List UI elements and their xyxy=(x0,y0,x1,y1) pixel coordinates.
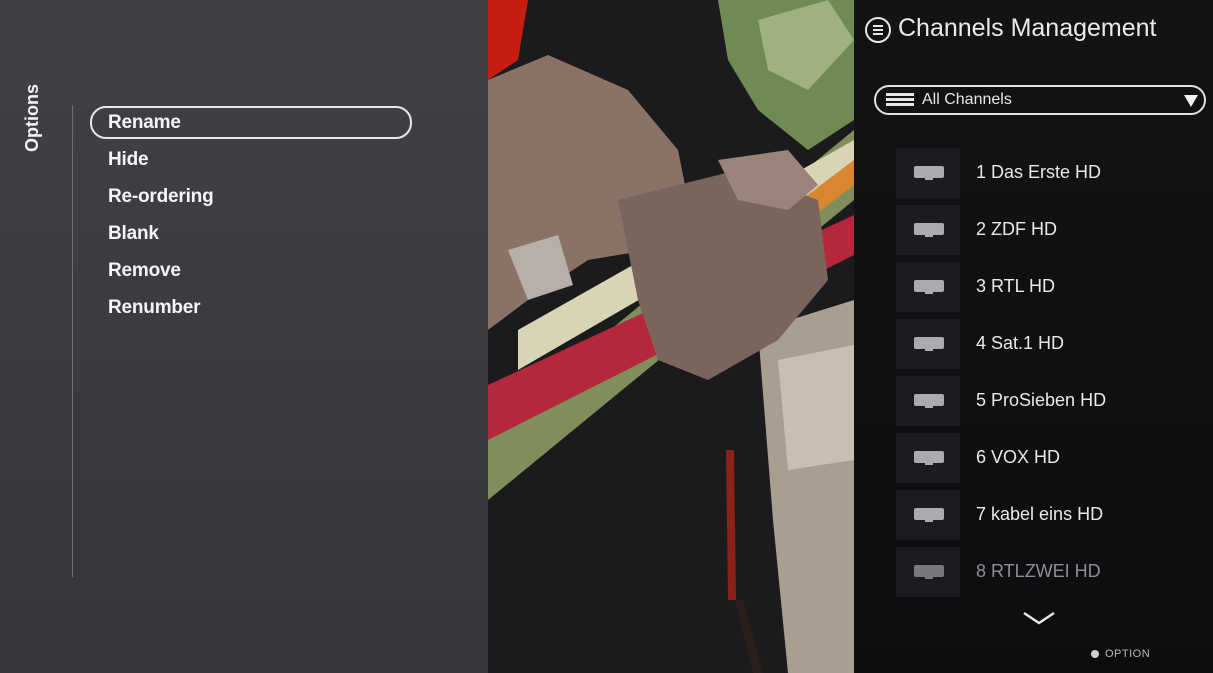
list-icon xyxy=(886,93,914,107)
dropdown-arrow-icon xyxy=(1184,95,1198,107)
tv-icon xyxy=(914,508,944,524)
chevron-down-icon[interactable] xyxy=(1022,610,1056,626)
options-list: Rename Hide Re-ordering Blank Remove Ren… xyxy=(90,106,412,328)
channel-logo xyxy=(896,319,960,369)
live-video-preview xyxy=(488,0,854,673)
channel-list-selector[interactable]: All Channels xyxy=(874,85,1206,115)
channel-row[interactable]: 6 VOX HD xyxy=(896,430,1196,487)
channel-row[interactable]: 2 ZDF HD xyxy=(896,202,1196,259)
option-key-icon xyxy=(1091,650,1099,658)
channel-list: 1 Das Erste HD 2 ZDF HD 3 RTL HD 4 Sat.1… xyxy=(896,145,1196,601)
page-title: Channels Management xyxy=(898,14,1157,42)
tv-icon xyxy=(914,394,944,410)
tv-icon xyxy=(914,565,944,581)
channel-row[interactable]: 3 RTL HD xyxy=(896,259,1196,316)
tv-icon xyxy=(914,280,944,296)
tv-icon xyxy=(914,451,944,467)
option-key-hint: OPTION xyxy=(1091,648,1150,660)
option-rename[interactable]: Rename xyxy=(90,106,412,139)
option-re-ordering[interactable]: Re-ordering xyxy=(90,180,412,217)
options-panel: Options Rename Hide Re-ordering Blank Re… xyxy=(0,0,488,673)
channel-logo xyxy=(896,148,960,198)
list-selector-label: All Channels xyxy=(922,91,1012,108)
channel-row[interactable]: 1 Das Erste HD xyxy=(896,145,1196,202)
channel-name: 3 RTL HD xyxy=(976,276,1056,296)
channel-name: 7 kabel eins HD xyxy=(976,504,1104,524)
channel-name: 6 VOX HD xyxy=(976,447,1061,467)
option-hide[interactable]: Hide xyxy=(90,143,412,180)
channel-logo xyxy=(896,262,960,312)
option-remove[interactable]: Remove xyxy=(90,254,412,291)
options-vertical-label: Options xyxy=(22,84,42,152)
channel-logo xyxy=(896,205,960,255)
channel-name: 4 Sat.1 HD xyxy=(976,333,1065,353)
tv-icon xyxy=(914,337,944,353)
menu-icon[interactable] xyxy=(865,17,891,43)
option-renumber[interactable]: Renumber xyxy=(90,291,412,328)
channel-logo xyxy=(896,376,960,426)
channels-management-panel: Channels Management All Channels 1 Das E… xyxy=(854,0,1213,673)
channel-row[interactable]: 5 ProSieben HD xyxy=(896,373,1196,430)
channel-logo xyxy=(896,547,960,597)
video-frame-image xyxy=(488,0,854,673)
options-divider xyxy=(72,105,73,577)
channel-logo xyxy=(896,490,960,540)
channel-row[interactable]: 8 RTLZWEI HD xyxy=(896,544,1196,601)
channel-row[interactable]: 4 Sat.1 HD xyxy=(896,316,1196,373)
channel-name: 1 Das Erste HD xyxy=(976,162,1102,182)
option-blank[interactable]: Blank xyxy=(90,217,412,254)
channel-row[interactable]: 7 kabel eins HD xyxy=(896,487,1196,544)
channel-name: 5 ProSieben HD xyxy=(976,390,1107,410)
channel-name: 2 ZDF HD xyxy=(976,219,1057,239)
channel-logo xyxy=(896,433,960,483)
option-hint-label: OPTION xyxy=(1105,648,1151,660)
tv-icon xyxy=(914,166,944,182)
tv-icon xyxy=(914,223,944,239)
channel-name: 8 RTLZWEI HD xyxy=(976,561,1101,581)
